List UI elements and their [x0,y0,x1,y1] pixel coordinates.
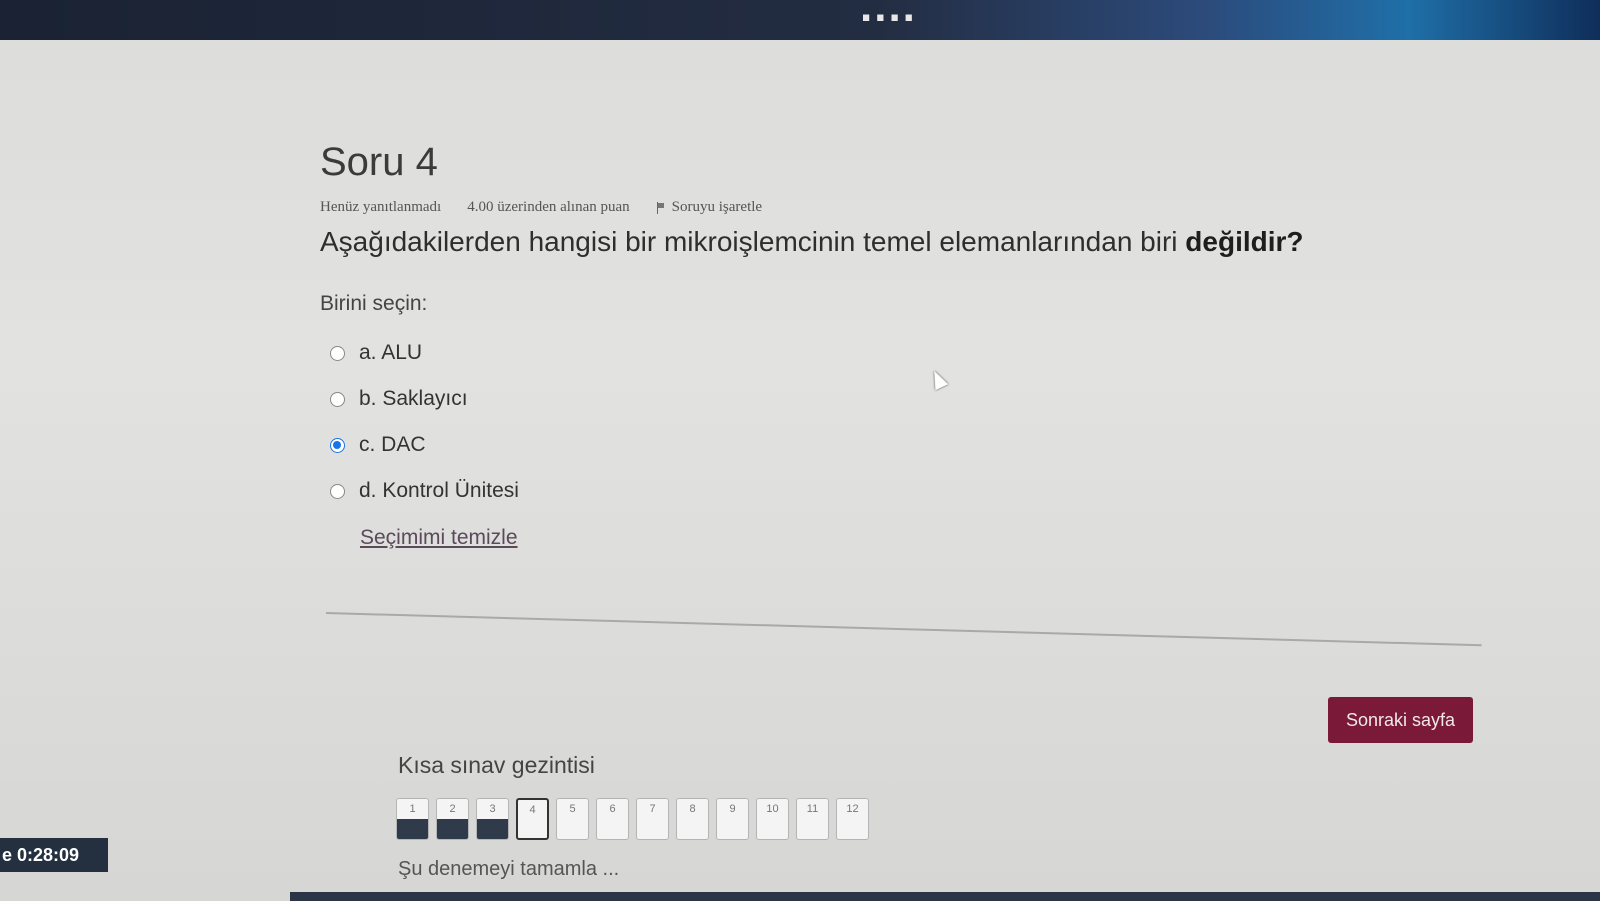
question-text-bold: değildir? [1185,226,1304,257]
question-text: Aşağıdakilerden hangisi bir mikroişlemci… [320,226,1480,258]
quiz-nav-item-9[interactable]: 9 [716,798,749,840]
answer-option-d[interactable]: d. Kontrol Ünitesi [330,468,1480,514]
question-title: Soru 4 [320,140,438,184]
answer-radio-d[interactable] [330,483,345,499]
clear-selection-link[interactable]: Seçimimi temizle [360,526,518,550]
quiz-nav-item-6[interactable]: 6 [596,798,629,840]
question-points: 4.00 üzerinden alınan puan [467,199,630,215]
answer-option-a[interactable]: a. ALU [330,330,1480,376]
quiz-nav-item-8[interactable]: 8 [676,798,709,840]
question-status: Henüz yanıtlanmadı [320,199,442,215]
divider [325,612,1482,647]
finish-attempt-link[interactable]: Şu denemeyi tamamla ... [398,858,619,881]
next-page-button[interactable]: Sonraki sayfa [1328,697,1473,743]
bottom-bar [290,892,1600,901]
quiz-nav-item-label: 3 [489,803,496,815]
quiz-nav-item-10[interactable]: 10 [756,798,789,840]
quiz-nav-item-12[interactable]: 12 [836,798,869,840]
quiz-nav-item-label: 9 [729,803,736,815]
answer-label-d: d. Kontrol Ünitesi [359,479,519,502]
flag-icon [656,201,666,214]
quiz-nav-item-5[interactable]: 5 [556,798,589,840]
quiz-nav-item-label: 8 [689,803,696,815]
answer-radio-a[interactable] [330,345,345,361]
quiz-nav-item-7[interactable]: 7 [636,798,669,840]
quiz-nav-item-1[interactable]: 1 [396,798,429,840]
quiz-nav-item-label: 6 [609,803,616,815]
answer-list: a. ALU b. Saklayıcı c. DAC d. Kontrol Ün… [330,330,1480,514]
answered-indicator [477,819,508,839]
quiz-nav-item-label: 11 [806,803,819,815]
answer-radio-b[interactable] [330,391,345,407]
flag-question-label: Soruyu işaretle [671,199,763,215]
quiz-nav-item-label: 5 [569,803,576,815]
question-panel: Soru 4 Henüz yanıtlanmadı 4.00 üzerinden… [320,140,1480,550]
quiz-nav-item-label: 2 [449,803,456,815]
quiz-nav-item-label: 12 [846,803,859,815]
banner-title: .... [860,0,917,31]
answer-label-b: b. Saklayıcı [359,387,468,410]
quiz-nav-item-2[interactable]: 2 [436,798,469,840]
quiz-nav-title: Kısa sınav gezintisi [398,752,595,778]
answer-label-a: a. ALU [359,341,423,364]
quiz-nav-item-3[interactable]: 3 [476,798,509,840]
answer-prompt: Birini seçin: [320,292,428,315]
quiz-nav-item-label: 4 [529,804,536,816]
flag-question-link[interactable]: Soruyu işaretle [656,199,762,216]
answer-option-c[interactable]: c. DAC [330,422,1480,468]
top-banner: .... [0,0,1600,40]
quiz-nav-item-4[interactable]: 4 [516,798,549,840]
quiz-nav-item-11[interactable]: 11 [796,798,829,840]
answer-label-c: c. DAC [359,433,426,456]
quiz-nav-item-label: 10 [766,803,779,815]
answered-indicator [397,819,428,839]
answered-indicator [437,819,468,839]
answer-option-b[interactable]: b. Saklayıcı [330,376,1480,422]
answer-radio-c[interactable] [330,437,345,453]
quiz-nav-item-label: 1 [409,803,416,815]
timer-display: e 0:28:09 [0,838,108,872]
question-info: Henüz yanıtlanmadı 4.00 üzerinden alınan… [320,199,1480,216]
quiz-nav-grid: 1 2 3 4 5 6 7 8 9 10 11 12 [396,798,869,840]
quiz-nav-item-label: 7 [649,803,656,815]
question-text-main: Aşağıdakilerden hangisi bir mikroişlemci… [320,226,1186,257]
